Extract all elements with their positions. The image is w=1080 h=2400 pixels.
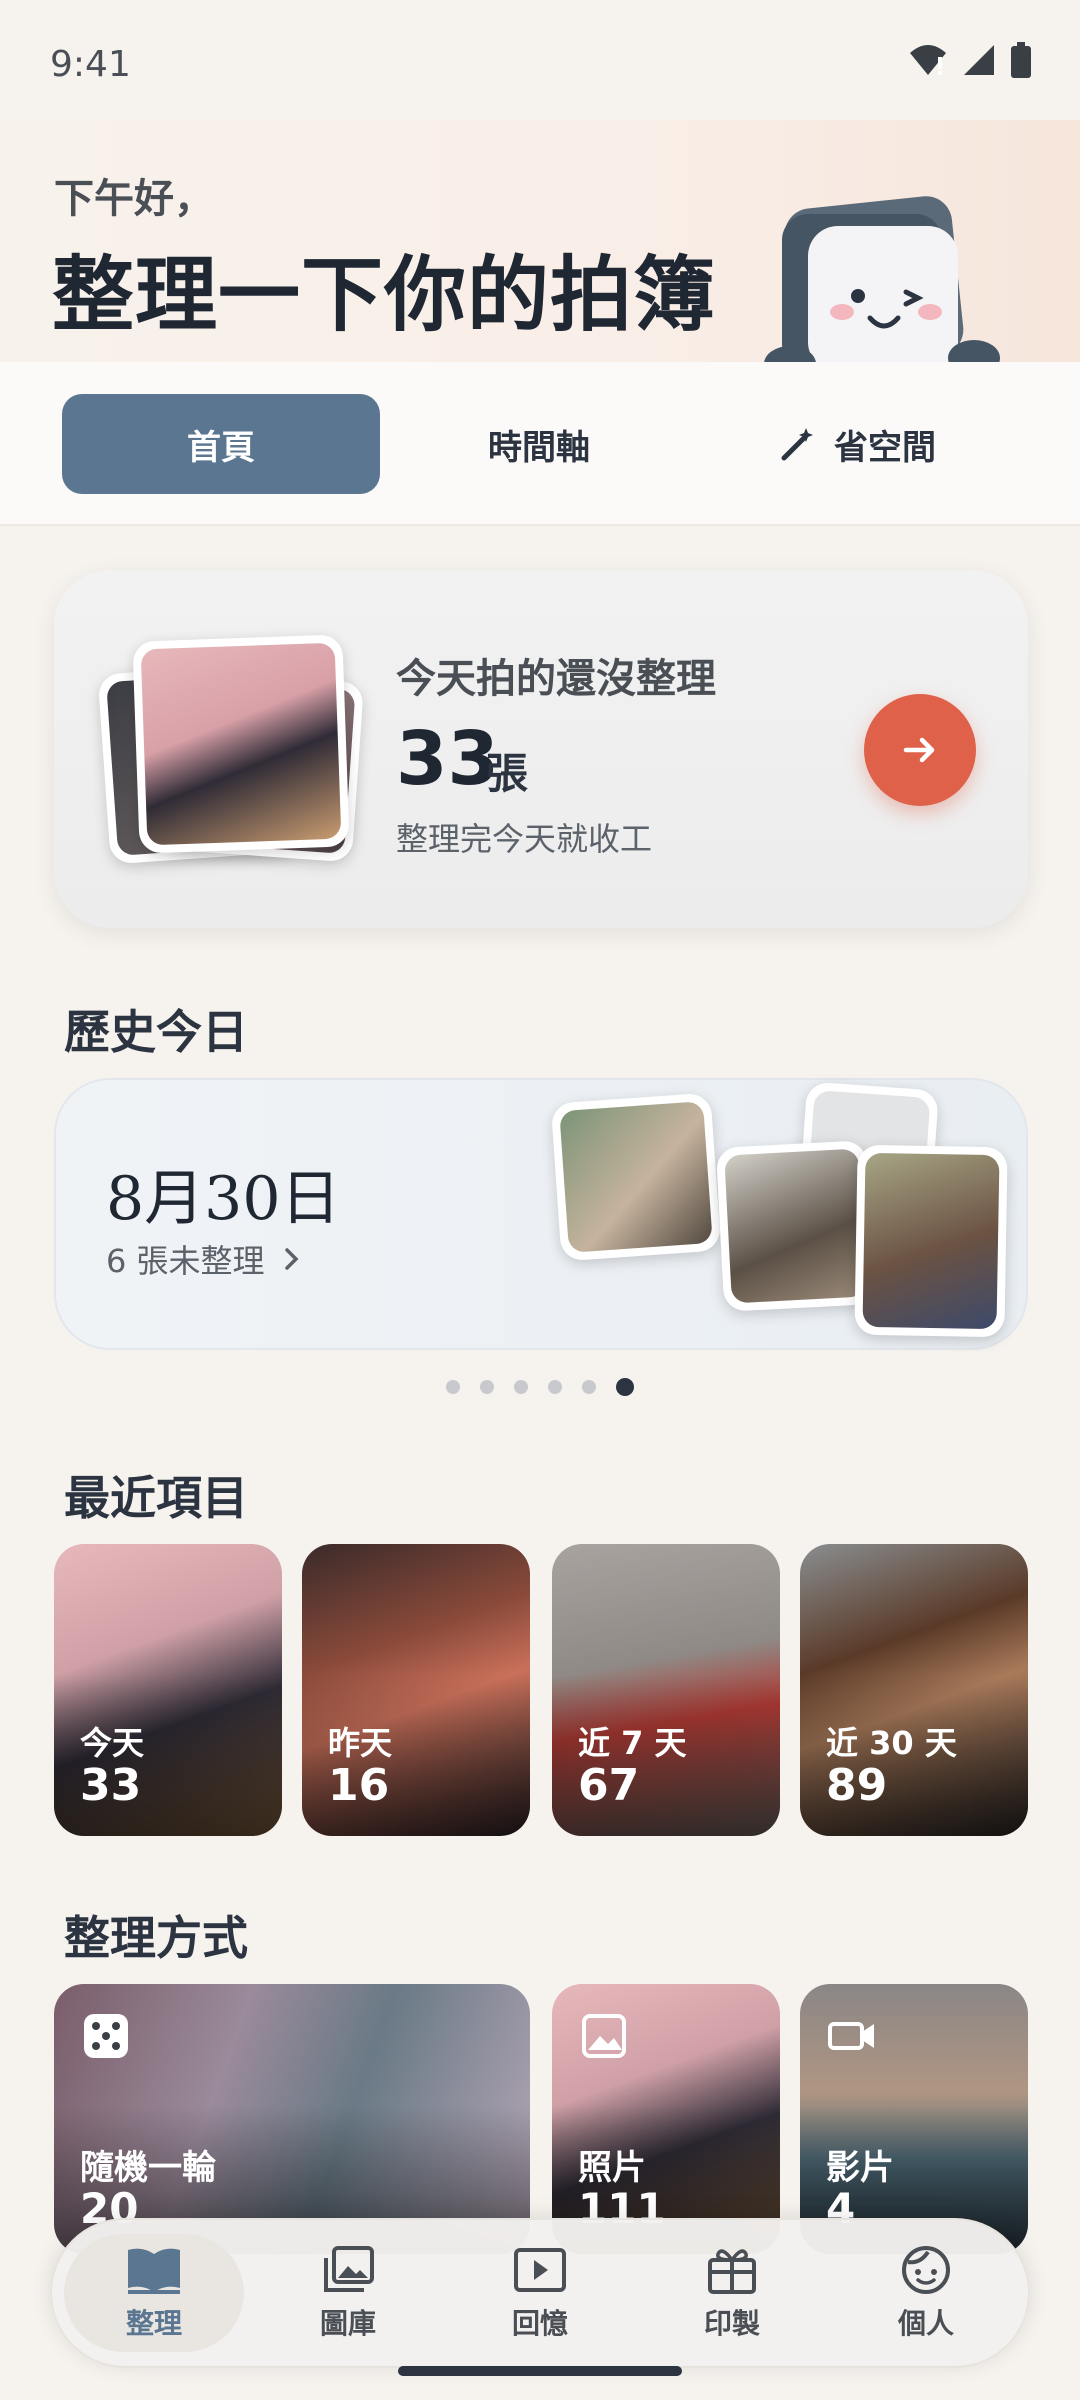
organize-label: 隨機一輪 — [80, 2148, 216, 2188]
recent-tile-today[interactable]: 今天 33 — [54, 1544, 282, 1836]
page-dot[interactable] — [548, 1380, 562, 1394]
recent-tile-label: 近 30 天 — [826, 1724, 957, 1762]
dice-icon — [84, 2014, 128, 2058]
signal-icon — [964, 45, 994, 75]
tab-timeline[interactable]: 時間軸 — [380, 394, 698, 494]
recent-tile-yesterday[interactable]: 昨天 16 — [302, 1544, 530, 1836]
nav-print[interactable]: 印製 — [642, 2234, 822, 2352]
recent-tile-count: 67 — [578, 1760, 640, 1811]
photo-stack-front — [132, 634, 350, 854]
play-icon — [514, 2248, 566, 2292]
page-dot-active[interactable] — [616, 1378, 634, 1396]
page-dot[interactable] — [582, 1380, 596, 1394]
nav-profile[interactable]: 個人 — [836, 2234, 1016, 2352]
status-icons — [908, 42, 1032, 78]
nav-label: 圖庫 — [319, 2307, 376, 2340]
tab-save-space-label: 省空間 — [834, 427, 936, 468]
recent-tile-label: 今天 — [80, 1724, 145, 1762]
tab-save-space[interactable]: 省空間 — [698, 394, 1016, 494]
recent-tile-count: 33 — [80, 1760, 142, 1811]
recent-tile-count: 16 — [328, 1760, 390, 1811]
page-dot[interactable] — [480, 1380, 494, 1394]
image-icon — [582, 2014, 626, 2058]
face-icon — [902, 2246, 950, 2294]
nav-gallery[interactable]: 圖庫 — [258, 2234, 438, 2352]
tab-home[interactable]: 首頁 — [62, 394, 380, 494]
magic-wand-icon — [781, 428, 813, 461]
start-sorting-button[interactable] — [864, 694, 976, 806]
nav-label: 整理 — [125, 2307, 182, 2340]
recent-tile-count: 89 — [826, 1760, 888, 1811]
nav-organize[interactable]: 整理 — [64, 2234, 244, 2352]
mascot-illustration — [760, 192, 1010, 382]
history-date: 8月30日 — [106, 1164, 341, 1234]
today-photo-unit: 張 — [486, 749, 529, 798]
history-unsorted-link[interactable]: 6 張未整理 — [106, 1236, 301, 1282]
chevron-right-icon — [284, 1248, 299, 1270]
home-indicator[interactable] — [398, 2366, 682, 2376]
recent-tile-last-7-days[interactable]: 近 7 天 67 — [552, 1544, 780, 1836]
today-card-title: 今天拍的還沒整理 — [396, 656, 716, 702]
history-photo-2 — [715, 1140, 875, 1312]
book-icon — [128, 2248, 180, 2294]
today-card-subtitle: 整理完今天就收工 — [396, 820, 653, 858]
history-unsorted-count: 6 張未整理 — [106, 1242, 265, 1280]
wifi-icon — [910, 45, 946, 75]
battery-icon — [1011, 42, 1031, 78]
greeting: 下午好， — [54, 176, 214, 222]
arrow-right-icon — [903, 737, 935, 763]
video-icon — [828, 2022, 874, 2050]
history-section-title: 歷史今日 — [64, 1005, 248, 1059]
organize-photos[interactable]: 照片 111 — [552, 1984, 780, 2254]
page-title: 整理一下你的拍簿 — [52, 247, 717, 343]
nav-label: 印製 — [703, 2307, 760, 2340]
nav-label: 個人 — [897, 2307, 954, 2340]
carousel-pagination — [446, 1378, 634, 1396]
gallery-icon — [324, 2246, 374, 2292]
organize-videos[interactable]: 影片 4 — [800, 1984, 1028, 2254]
recent-tile-last-30-days[interactable]: 近 30 天 89 — [800, 1544, 1028, 1836]
recent-tile-label: 近 7 天 — [578, 1724, 687, 1762]
organize-section-title: 整理方式 — [64, 1911, 248, 1965]
nav-label: 回憶 — [511, 2307, 568, 2340]
organize-random-round[interactable]: 隨機一輪 20 — [54, 1984, 530, 2254]
page-dot[interactable] — [514, 1380, 528, 1394]
organize-label: 影片 — [826, 2148, 894, 2188]
status-time: 9:41 — [50, 44, 131, 85]
today-photo-count: 33 — [396, 716, 499, 802]
recent-tile-label: 昨天 — [328, 1724, 393, 1762]
gift-box-icon — [708, 2249, 756, 2294]
history-photo-1 — [550, 1092, 722, 1262]
recent-section-title: 最近項目 — [64, 1471, 248, 1525]
nav-memories[interactable]: 回憶 — [450, 2234, 630, 2352]
page-dot[interactable] — [446, 1380, 460, 1394]
organize-label: 照片 — [578, 2148, 646, 2188]
history-photo-3 — [854, 1144, 1008, 1338]
